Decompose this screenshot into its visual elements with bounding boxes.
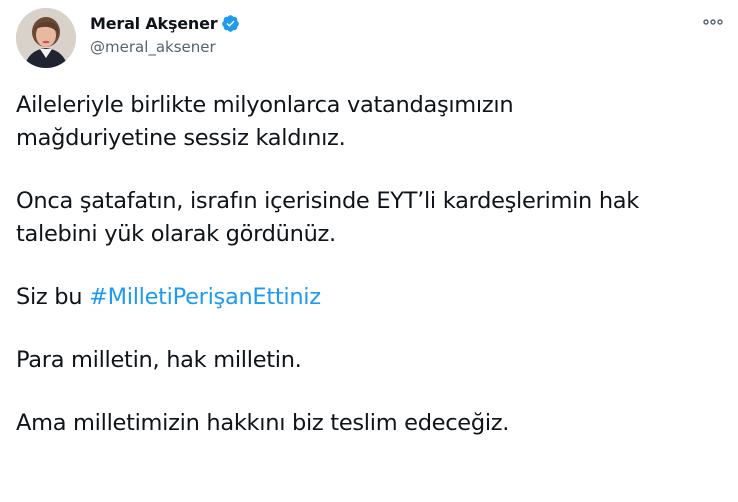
verified-badge-icon [221,14,240,33]
more-options-icon[interactable] [702,12,724,32]
author-block: Meral Akşener @meral_aksener [90,12,240,56]
tweet-line: Para milletin, hak milletin. [16,347,302,373]
tweet-card: Meral Akşener @meral_aksener Aileleriyle… [0,0,738,502]
tweet-line: Aileleriyle birlikte milyonlarca vatanda… [16,92,514,118]
tweet-line: Ama milletimizin hakkını biz teslim edec… [16,410,510,436]
tweet-line: mağduriyetine sessiz kaldınız. [16,125,346,151]
tweet-line-prefix: Siz bu [16,284,90,310]
tweet-line: Onca şatafatın, israfın içerisinde EYT’l… [16,188,640,214]
handle[interactable]: @meral_aksener [90,38,240,56]
tweet-text: Aileleriyle birlikte milyonlarca vatanda… [16,89,728,440]
display-name[interactable]: Meral Akşener [90,14,218,33]
name-row: Meral Akşener [90,12,240,34]
tweet-line-with-hashtag: Siz bu #MilletiPerişanEttiniz [16,281,728,314]
hashtag-link[interactable]: #MilletiPerişanEttiniz [89,284,321,310]
avatar-image [16,8,76,68]
avatar[interactable] [16,8,76,68]
tweet-line: talebini yük olarak gördünüz. [16,221,336,247]
